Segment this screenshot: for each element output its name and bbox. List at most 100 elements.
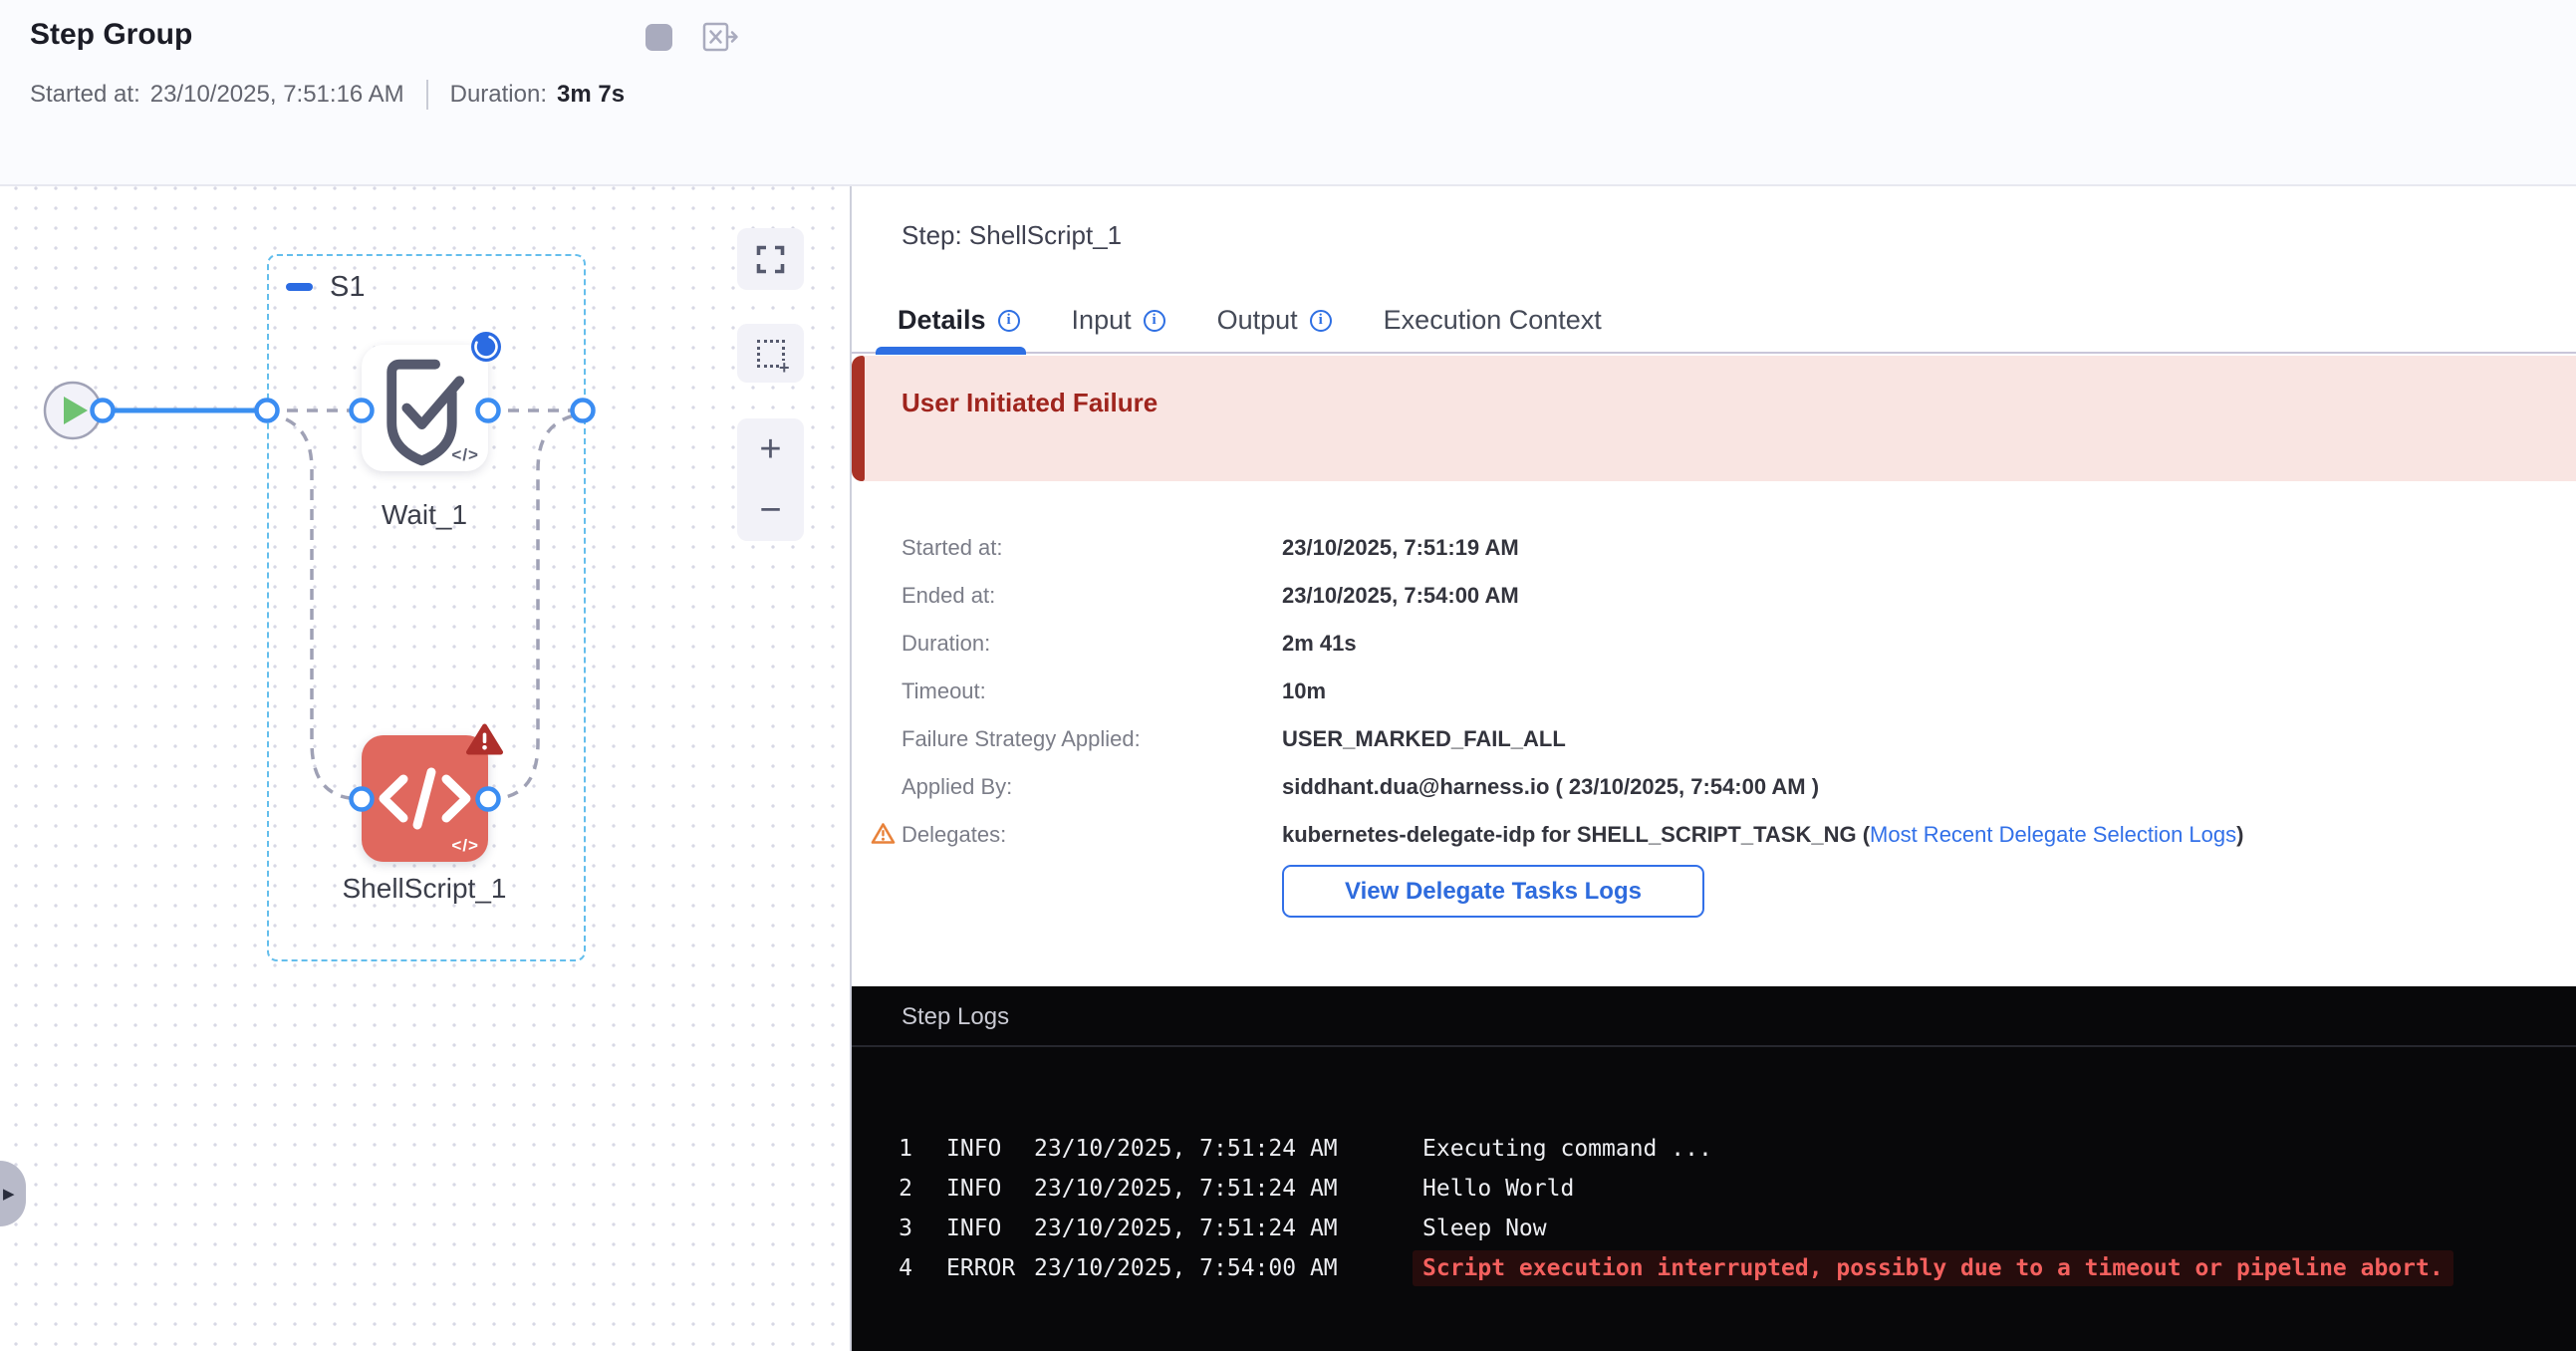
start-node-icon (45, 383, 101, 438)
zoom-controls: + − (737, 418, 804, 541)
detail-value-suffix: ) (2236, 822, 2243, 847)
running-status-icon (470, 331, 502, 363)
page-title: Step Group (30, 18, 192, 52)
detail-value: 10m (1282, 668, 1326, 715)
group-collapse-button[interactable] (286, 283, 313, 291)
warning-icon (871, 822, 896, 845)
log-line: 2 INFO 23/10/2025, 7:51:24 AM Hello Worl… (897, 1169, 2576, 1209)
step-details-panel: Step: ShellScript_1 Details i Input i Ou… (852, 186, 2576, 1351)
log-line: 1 INFO 23/10/2025, 7:51:24 AM Executing … (897, 1129, 2576, 1169)
detail-value-text: siddhant.dua@harness.io ( 23/10/2025, 7:… (1282, 774, 1819, 799)
failure-banner-text: User Initiated Failure (902, 388, 1158, 418)
tab[interactable]: Input i (1072, 305, 1165, 352)
detail-value-text: kubernetes-delegate-idp for SHELL_SCRIPT… (1282, 822, 1870, 847)
detail-row: Applied By: siddhant.dua@harness.io ( 23… (902, 763, 2576, 811)
detail-value-text: 23/10/2025, 7:51:19 AM (1282, 535, 1519, 560)
log-timestamp: 23/10/2025, 7:51:24 AM (1034, 1209, 1422, 1248)
log-level: INFO (946, 1209, 1034, 1248)
tab-label: Details (898, 305, 986, 336)
tab-label: Input (1072, 305, 1132, 336)
fit-to-screen-icon[interactable] (737, 228, 804, 290)
log-message: Sleep Now (1422, 1209, 1547, 1248)
step-title: Step: ShellScript_1 (902, 220, 2576, 251)
banner-accent-bar (852, 356, 865, 481)
detail-value-text: 10m (1282, 678, 1326, 703)
detail-value-text: 2m 41s (1282, 631, 1357, 656)
failure-banner: User Initiated Failure (852, 356, 2576, 481)
log-level: INFO (946, 1129, 1034, 1169)
started-at-label: Started at: (30, 81, 140, 109)
detail-row: Duration: 2m 41s (902, 620, 2576, 668)
started-at-value: 23/10/2025, 7:51:16 AM (150, 81, 404, 109)
log-line-number: 2 (897, 1169, 912, 1209)
step-logs-panel: Step Logs 1 INFO 23/10/2025, 7:51:24 AM … (852, 986, 2576, 1351)
log-message: Hello World (1422, 1169, 1574, 1209)
detail-value: kubernetes-delegate-idp for SHELL_SCRIPT… (1282, 811, 2243, 859)
tab[interactable]: Output i (1217, 305, 1332, 352)
view-delegate-tasks-logs-button[interactable]: View Delegate Tasks Logs (1282, 865, 1704, 918)
script-glyph: </> (451, 445, 479, 465)
detail-value: 2m 41s (1282, 620, 1357, 668)
node-label-shellscript: ShellScript_1 (305, 873, 544, 905)
zoom-in-icon[interactable]: + (737, 418, 804, 480)
log-timestamp: 23/10/2025, 7:51:24 AM (1034, 1129, 1422, 1169)
node-label-wait: Wait_1 (305, 499, 544, 531)
header-toolbar (645, 20, 740, 54)
detail-value-text: 23/10/2025, 7:54:00 AM (1282, 583, 1519, 608)
detail-label: Delegates: (902, 811, 1282, 859)
detail-row: Started at: 23/10/2025, 7:51:19 AM (902, 524, 2576, 572)
info-icon[interactable]: i (998, 310, 1020, 332)
log-message: Executing command ... (1422, 1129, 1712, 1169)
log-timestamp: 23/10/2025, 7:51:24 AM (1034, 1169, 1422, 1209)
detail-label: Started at: (902, 524, 1282, 572)
detail-label: Duration: (902, 620, 1282, 668)
detail-row: Timeout: 10m (902, 668, 2576, 715)
log-lines: 1 INFO 23/10/2025, 7:51:24 AM Executing … (852, 1047, 2576, 1288)
failed-warning-icon (466, 722, 503, 756)
detail-row: Ended at: 23/10/2025, 7:54:00 AM (902, 572, 2576, 620)
log-line-number: 4 (897, 1248, 912, 1288)
header-subline: Started at: 23/10/2025, 7:51:16 AM Durat… (30, 80, 625, 110)
tab[interactable]: Details i (898, 305, 1020, 352)
script-glyph: </> (451, 836, 479, 856)
detail-label: Failure Strategy Applied: (902, 715, 1282, 763)
header: Step Group Started at: 23/10/2025, 7:51:… (0, 0, 2576, 186)
info-icon[interactable]: i (1310, 310, 1332, 332)
delegate-selection-logs-link[interactable]: Most Recent Delegate Selection Logs (1870, 822, 2236, 847)
detail-list: Started at: 23/10/2025, 7:51:19 AM Ended… (852, 524, 2576, 859)
node-shellscript-step[interactable]: </> (362, 735, 488, 862)
info-icon[interactable]: i (1144, 310, 1165, 332)
tab[interactable]: Execution Context i (1384, 305, 1602, 352)
tab-label: Output (1217, 305, 1298, 336)
canvas-controls: + + − (737, 228, 804, 541)
detail-label: Applied By: (902, 763, 1282, 811)
node-wait-step[interactable]: </> (362, 345, 488, 471)
divider (426, 80, 428, 110)
detail-row: Delegates: kubernetes-delegate-idp for S… (902, 811, 2576, 859)
zoom-out-icon[interactable]: − (737, 480, 804, 542)
duration-value: 3m 7s (557, 81, 625, 109)
step-logs-title: Step Logs (852, 986, 2576, 1047)
pipeline-canvas[interactable]: S1 (0, 186, 852, 1351)
abort-icon[interactable] (702, 20, 740, 54)
detail-row: Failure Strategy Applied: USER_MARKED_FA… (902, 715, 2576, 763)
log-line-number: 3 (897, 1209, 912, 1248)
log-line: 4 ERROR 23/10/2025, 7:54:00 AM Script ex… (897, 1248, 2576, 1288)
log-line-number: 1 (897, 1129, 912, 1169)
stop-icon[interactable] (645, 24, 672, 51)
select-region-icon[interactable]: + (737, 324, 804, 383)
detail-value: 23/10/2025, 7:51:19 AM (1282, 524, 1519, 572)
detail-label: Ended at: (902, 572, 1282, 620)
log-message: Script execution interrupted, possibly d… (1413, 1250, 2453, 1286)
tab-label: Execution Context (1384, 305, 1602, 336)
log-level: INFO (946, 1169, 1034, 1209)
play-icon (64, 397, 88, 424)
tabs: Details i Input i Output i Execution Con… (852, 305, 2576, 354)
expand-panel-icon[interactable]: ▶ (0, 1161, 26, 1226)
log-timestamp: 23/10/2025, 7:54:00 AM (1034, 1248, 1422, 1288)
duration-label: Duration: (450, 81, 547, 109)
log-line: 3 INFO 23/10/2025, 7:51:24 AM Sleep Now (897, 1209, 2576, 1248)
detail-value: 23/10/2025, 7:54:00 AM (1282, 572, 1519, 620)
detail-value: USER_MARKED_FAIL_ALL (1282, 715, 1566, 763)
detail-value-text: USER_MARKED_FAIL_ALL (1282, 726, 1566, 751)
